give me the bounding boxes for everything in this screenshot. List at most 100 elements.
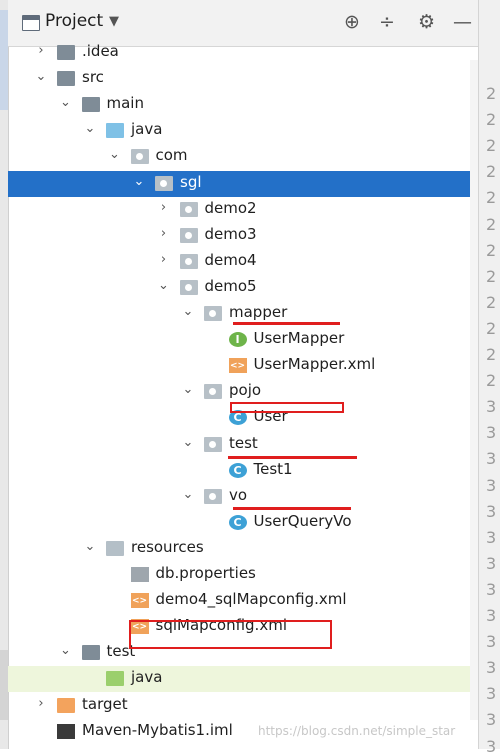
- line-number: 2: [486, 345, 497, 364]
- line-number: 3: [486, 423, 497, 443]
- tree-row[interactable]: C UserQueryVo: [8, 510, 478, 536]
- line-number: 2: [486, 188, 497, 208]
- collapse-arrow-icon[interactable]: ⌄: [182, 382, 194, 400]
- tree-row[interactable]: ⌄ src: [8, 66, 478, 92]
- tree-row[interactable]: › demo2: [8, 197, 478, 223]
- expand-arrow-icon[interactable]: ›: [35, 696, 47, 714]
- tree-row[interactable]: › target: [8, 693, 478, 719]
- target-icon[interactable]: ⊕: [344, 11, 360, 33]
- test-class-icon: C: [228, 462, 247, 478]
- tree-row[interactable]: ⌄ java: [8, 118, 478, 144]
- collapse-icon[interactable]: ÷: [379, 11, 395, 33]
- minimize-icon[interactable]: —: [453, 11, 472, 33]
- collapse-arrow-icon[interactable]: ⌄: [133, 174, 145, 192]
- package-icon: [179, 253, 198, 269]
- project-window-icon: [22, 15, 40, 31]
- expand-arrow-icon[interactable]: ›: [158, 252, 170, 270]
- line-number: 3: [486, 397, 497, 417]
- line-number: 3: [486, 632, 497, 652]
- annotation-box-pojo: [230, 402, 344, 413]
- tree-item-label: java: [131, 668, 163, 687]
- line-number: 2: [486, 266, 497, 286]
- tree-row[interactable]: ⌄ vo: [8, 484, 478, 510]
- annotation-underline-mapper: [233, 322, 340, 325]
- folder-icon: [81, 645, 100, 661]
- tree-row[interactable]: › demo3: [8, 223, 478, 249]
- tree-row[interactable]: ⌄ com: [8, 144, 478, 170]
- collapse-arrow-icon[interactable]: ⌄: [182, 304, 194, 322]
- folder-icon: [81, 97, 100, 113]
- tree-row[interactable]: ⌄ sgl: [8, 170, 478, 197]
- properties-icon: [130, 567, 149, 582]
- line-number: 3: [486, 606, 497, 625]
- tree-item-label: db.properties: [155, 564, 256, 582]
- line-number: 2: [486, 318, 497, 338]
- line-number: 2: [486, 84, 497, 103]
- tree-row[interactable]: ⌄ demo5: [8, 275, 478, 301]
- collapse-arrow-icon[interactable]: ⌄: [109, 147, 121, 165]
- line-number: 3: [486, 736, 497, 756]
- tree-row[interactable]: ⌄ resources: [8, 536, 478, 562]
- tree-row[interactable]: › demo4: [8, 249, 478, 275]
- iml-icon: [57, 723, 75, 739]
- line-number: 3: [486, 449, 497, 469]
- view-dropdown-icon[interactable]: ▼: [109, 14, 119, 29]
- tree-row[interactable]: db.properties: [8, 562, 478, 588]
- tree-item-label: Test1: [253, 459, 293, 478]
- line-number: 3: [486, 553, 497, 573]
- package-icon: [155, 175, 173, 191]
- line-number: 2: [486, 240, 497, 260]
- expand-arrow-icon[interactable]: ›: [35, 43, 47, 61]
- tree-item-label: mapper: [229, 303, 288, 321]
- project-tool-tab[interactable]: [0, 10, 8, 110]
- tree-row[interactable]: java: [8, 666, 478, 693]
- package-icon: [204, 488, 222, 504]
- collapse-arrow-icon[interactable]: ⌄: [182, 435, 194, 453]
- tree-scrollbar[interactable]: [470, 60, 478, 720]
- expand-arrow-icon[interactable]: ›: [158, 226, 170, 244]
- test-source-folder-icon: [106, 671, 124, 687]
- project-title[interactable]: Project: [45, 11, 103, 31]
- line-number: 2: [486, 136, 497, 156]
- tree-item-label: src: [82, 68, 104, 87]
- package-icon: [179, 201, 198, 217]
- tree-item-label: resources: [131, 537, 204, 556]
- collapse-arrow-icon[interactable]: ⌄: [84, 121, 96, 139]
- tree-row[interactable]: › .idea: [8, 40, 478, 66]
- source-folder-icon: [106, 123, 124, 139]
- gear-icon[interactable]: ⚙: [418, 11, 435, 33]
- tree-item-label: target: [82, 694, 128, 713]
- tree-item-label: java: [131, 120, 163, 139]
- tree-item-label: pojo: [229, 381, 262, 400]
- class-icon: C: [228, 514, 247, 530]
- xml-icon: <>: [228, 358, 247, 374]
- collapse-arrow-icon[interactable]: ⌄: [60, 643, 72, 661]
- tree-item-label: com: [155, 146, 188, 165]
- expand-arrow-icon[interactable]: ›: [158, 200, 170, 218]
- line-number: 3: [486, 475, 497, 495]
- tree-item-label: sgl: [180, 172, 202, 191]
- tree-item-label: demo5: [204, 276, 257, 295]
- package-icon: [204, 384, 222, 400]
- tree-row[interactable]: <> UserMapper.xml: [8, 353, 478, 379]
- line-number: 2: [486, 214, 497, 234]
- collapse-arrow-icon[interactable]: ⌄: [84, 539, 96, 557]
- line-number: 3: [486, 579, 497, 599]
- package-icon: [179, 279, 198, 295]
- collapse-arrow-icon[interactable]: ⌄: [158, 278, 170, 296]
- structure-tool-tab[interactable]: [0, 650, 8, 720]
- tree-row[interactable]: <> demo4_sqlMapconfig.xml: [8, 588, 478, 614]
- collapse-arrow-icon[interactable]: ⌄: [35, 69, 47, 87]
- collapse-arrow-icon[interactable]: ⌄: [182, 487, 194, 505]
- tree-row[interactable]: I UserMapper: [8, 327, 478, 353]
- line-number: 2: [486, 371, 497, 391]
- line-number: 2: [486, 110, 497, 130]
- tree-item-label: demo4_sqlMapconfig.xml: [155, 590, 347, 609]
- collapse-arrow-icon[interactable]: ⌄: [60, 95, 72, 113]
- tree-row[interactable]: ⌄ main: [8, 92, 478, 118]
- tree-item-label: demo4: [204, 250, 257, 269]
- folder-icon: [57, 45, 75, 60]
- line-number: 2: [486, 292, 497, 312]
- tree-row[interactable]: ⌄ test: [8, 432, 478, 458]
- tree-row[interactable]: C Test1: [8, 458, 478, 484]
